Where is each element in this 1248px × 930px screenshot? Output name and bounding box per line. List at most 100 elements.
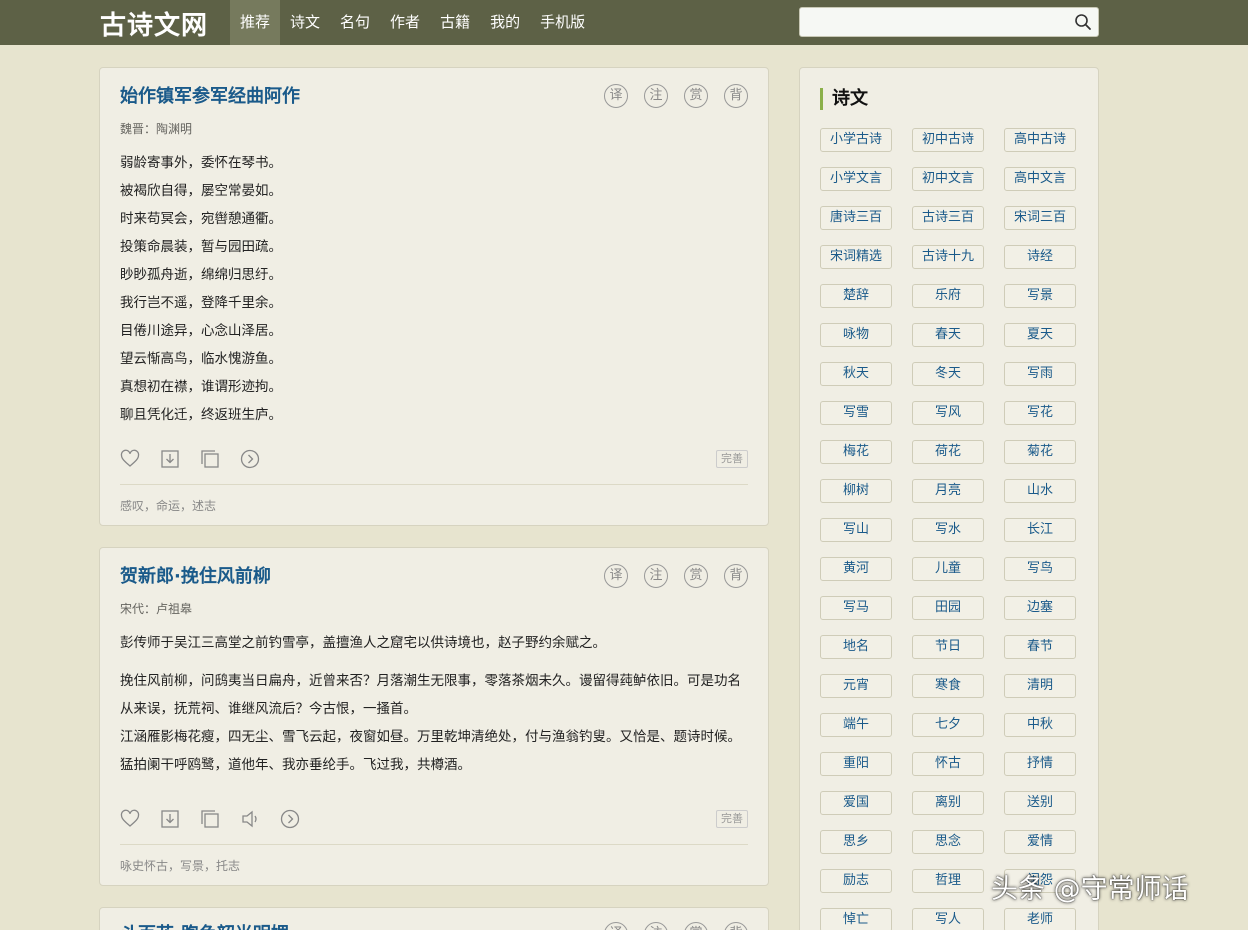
category-tag[interactable]: 思乡 (820, 830, 892, 854)
category-tag[interactable]: 月亮 (912, 479, 984, 503)
category-tag[interactable]: 写鸟 (1004, 557, 1076, 581)
nav-item-mine[interactable]: 我的 (480, 0, 530, 45)
improve-button[interactable]: 完善 (716, 810, 748, 828)
category-tag[interactable]: 写马 (820, 596, 892, 620)
speaker-icon[interactable] (240, 809, 260, 829)
search-icon[interactable] (1074, 13, 1092, 31)
category-tag[interactable]: 冬天 (912, 362, 984, 386)
category-tag[interactable]: 菊花 (1004, 440, 1076, 464)
poem-title[interactable]: 贺新郎·挽住风前柳 (120, 562, 271, 588)
next-icon[interactable] (280, 809, 300, 829)
category-tag[interactable]: 田园 (912, 596, 984, 620)
translate-button[interactable]: 译 (604, 564, 628, 588)
category-tag[interactable]: 古诗三百 (912, 206, 984, 230)
category-tag[interactable]: 送别 (1004, 791, 1076, 815)
nav-item-classics[interactable]: 古籍 (430, 0, 480, 45)
category-tag[interactable]: 儿童 (912, 557, 984, 581)
category-tag[interactable]: 写雪 (820, 401, 892, 425)
category-tag[interactable]: 黄河 (820, 557, 892, 581)
category-tag[interactable]: 思念 (912, 830, 984, 854)
category-tag[interactable]: 爱情 (1004, 830, 1076, 854)
category-tag[interactable]: 抒情 (1004, 752, 1076, 776)
category-tag[interactable]: 元宵 (820, 674, 892, 698)
poem-source[interactable]: 宋代：卢祖皋 (120, 600, 192, 617)
category-tag[interactable]: 夏天 (1004, 323, 1076, 347)
translate-button[interactable]: 译 (604, 84, 628, 108)
download-icon[interactable] (160, 449, 180, 469)
poem-title[interactable]: 始作镇军参军经曲阿作 (120, 82, 300, 108)
site-logo[interactable]: 古诗文网 (100, 5, 208, 42)
poem-source[interactable]: 魏晋：陶渊明 (120, 120, 192, 137)
category-tag[interactable]: 诗经 (1004, 245, 1076, 269)
category-tag[interactable]: 荷花 (912, 440, 984, 464)
category-tag[interactable]: 春节 (1004, 635, 1076, 659)
category-tag[interactable]: 离别 (912, 791, 984, 815)
nav-item-recommend[interactable]: 推荐 (230, 0, 281, 45)
category-tag[interactable]: 老师 (1004, 908, 1076, 930)
nav-item-poems[interactable]: 诗文 (280, 0, 330, 45)
category-tag[interactable]: 七夕 (912, 713, 984, 737)
category-tag[interactable]: 哲理 (912, 869, 984, 893)
category-tag[interactable]: 山水 (1004, 479, 1076, 503)
category-tag[interactable]: 高中文言 (1004, 167, 1076, 191)
category-tag[interactable]: 写风 (912, 401, 984, 425)
category-tag[interactable]: 怀古 (912, 752, 984, 776)
category-tag[interactable]: 长江 (1004, 518, 1076, 542)
category-tag[interactable]: 寒食 (912, 674, 984, 698)
annotate-button[interactable]: 注 (644, 922, 668, 930)
heart-icon[interactable] (120, 809, 140, 829)
category-tag[interactable]: 写雨 (1004, 362, 1076, 386)
next-icon[interactable] (240, 449, 260, 469)
category-tag[interactable]: 写人 (912, 908, 984, 930)
search-input[interactable] (800, 8, 1068, 36)
category-tag[interactable]: 边塞 (1004, 596, 1076, 620)
appreciate-button[interactable]: 赏 (684, 564, 708, 588)
improve-button[interactable]: 完善 (716, 450, 748, 468)
category-tag[interactable]: 春天 (912, 323, 984, 347)
category-tag[interactable]: 写水 (912, 518, 984, 542)
poem-tags[interactable]: 感叹，命运，述志 (120, 497, 216, 514)
copy-icon[interactable] (200, 809, 220, 829)
nav-item-authors[interactable]: 作者 (380, 0, 430, 45)
category-tag[interactable]: 节日 (912, 635, 984, 659)
category-tag[interactable]: 小学文言 (820, 167, 892, 191)
category-tag[interactable]: 爱国 (820, 791, 892, 815)
category-tag[interactable]: 乐府 (912, 284, 984, 308)
category-tag[interactable]: 高中古诗 (1004, 128, 1076, 152)
category-tag[interactable]: 古诗十九 (912, 245, 984, 269)
category-tag[interactable]: 柳树 (820, 479, 892, 503)
nav-item-quotes[interactable]: 名句 (330, 0, 380, 45)
category-tag[interactable]: 端午 (820, 713, 892, 737)
appreciate-button[interactable]: 赏 (684, 84, 708, 108)
category-tag[interactable]: 宋词三百 (1004, 206, 1076, 230)
category-tag[interactable]: 写山 (820, 518, 892, 542)
category-tag[interactable]: 中秋 (1004, 713, 1076, 737)
heart-icon[interactable] (120, 449, 140, 469)
recite-button[interactable]: 背 (724, 922, 748, 930)
translate-button[interactable]: 译 (604, 922, 628, 930)
category-tag[interactable]: 励志 (820, 869, 892, 893)
recite-button[interactable]: 背 (724, 564, 748, 588)
annotate-button[interactable]: 注 (644, 564, 668, 588)
category-tag[interactable]: 写景 (1004, 284, 1076, 308)
category-tag[interactable]: 初中文言 (912, 167, 984, 191)
category-tag[interactable]: 清明 (1004, 674, 1076, 698)
category-tag[interactable]: 宋词精选 (820, 245, 892, 269)
category-tag[interactable]: 重阳 (820, 752, 892, 776)
category-tag[interactable]: 唐诗三百 (820, 206, 892, 230)
copy-icon[interactable] (200, 449, 220, 469)
category-tag[interactable]: 秋天 (820, 362, 892, 386)
appreciate-button[interactable]: 赏 (684, 922, 708, 930)
poem-title[interactable]: 斗百花·煦色韶光明媚 (120, 920, 289, 930)
nav-item-mobile[interactable]: 手机版 (530, 0, 595, 45)
category-tag[interactable]: 咏物 (820, 323, 892, 347)
download-icon[interactable] (160, 809, 180, 829)
category-tag[interactable]: 小学古诗 (820, 128, 892, 152)
recite-button[interactable]: 背 (724, 84, 748, 108)
category-tag[interactable]: 楚辞 (820, 284, 892, 308)
category-tag[interactable]: 梅花 (820, 440, 892, 464)
category-tag[interactable]: 写花 (1004, 401, 1076, 425)
poem-tags[interactable]: 咏史怀古，写景，托志 (120, 857, 240, 874)
category-tag[interactable]: 地名 (820, 635, 892, 659)
annotate-button[interactable]: 注 (644, 84, 668, 108)
